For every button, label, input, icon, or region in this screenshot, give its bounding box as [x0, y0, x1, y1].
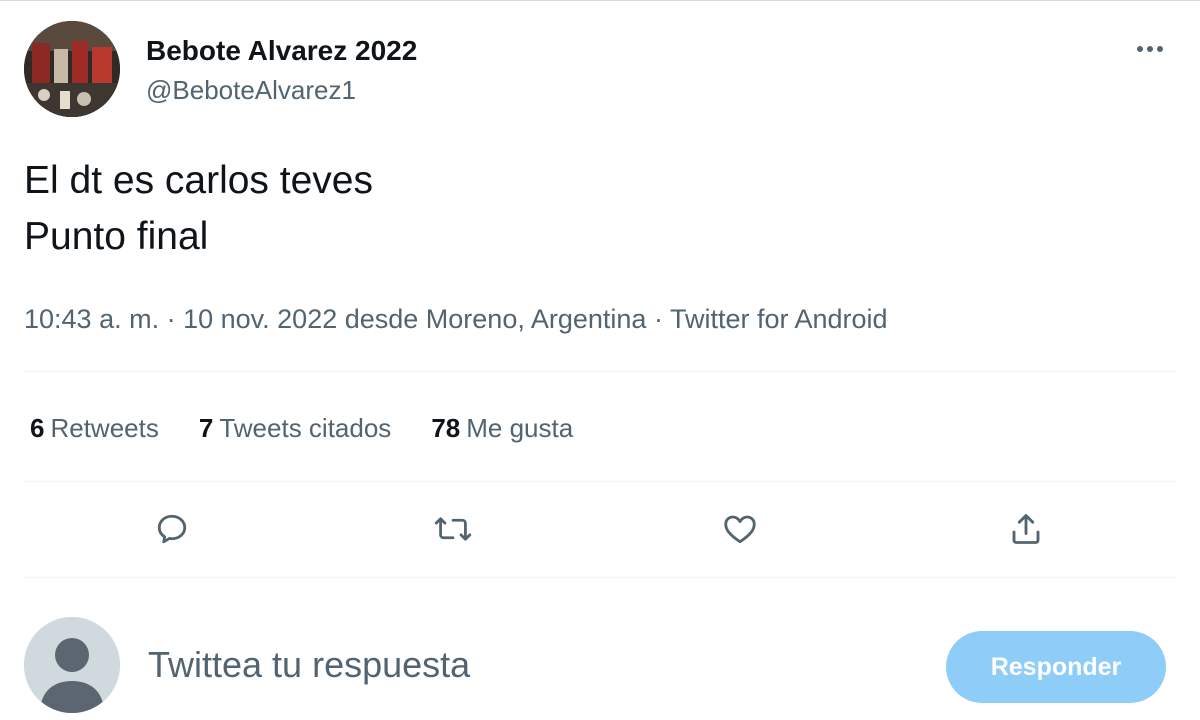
tweet-metadata: 10:43 a. m. · 10 nov. 2022 desde Moreno,… [24, 301, 888, 337]
more-options-button[interactable] [1132, 31, 1168, 67]
quotes-label: Tweets citados [219, 413, 392, 443]
tweet-date-location[interactable]: 10 nov. 2022 desde Moreno, Argentina [183, 304, 646, 334]
share-icon [1012, 514, 1040, 544]
author-display-name[interactable]: Bebote Alvarez 2022 [146, 34, 417, 68]
tweet-source[interactable]: Twitter for Android [670, 304, 888, 334]
tweet-header: Bebote Alvarez 2022 @BeboteAlvarez1 [24, 21, 1176, 121]
tweet-detail-page: Bebote Alvarez 2022 @BeboteAlvarez1 El d… [0, 0, 1200, 720]
quotes-stat[interactable]: 7 Tweets citados [199, 409, 391, 447]
meta-separator: · [159, 304, 184, 334]
more-horizontal-icon [1137, 46, 1163, 52]
share-button[interactable] [998, 501, 1054, 557]
like-icon [724, 515, 756, 544]
like-button[interactable] [712, 501, 768, 557]
tweet-time[interactable]: 10:43 a. m. [24, 304, 159, 334]
meta-separator: · [646, 304, 670, 334]
retweet-icon [434, 517, 472, 541]
default-avatar-icon [24, 617, 120, 713]
tweet-line: El dt es carlos teves [24, 159, 373, 202]
retweets-label: Retweets [50, 413, 159, 443]
divider [24, 371, 1176, 372]
quotes-count: 7 [198, 413, 214, 443]
retweet-button[interactable] [425, 501, 481, 557]
likes-stat[interactable]: 78 Me gusta [431, 409, 573, 447]
tweet-body: El dt es carlos teves Punto final [24, 153, 373, 265]
divider [24, 481, 1176, 482]
reply-submit-button[interactable]: Responder [946, 631, 1166, 703]
retweets-count: 6 [30, 413, 45, 443]
retweets-stat[interactable]: 6 Retweets [30, 409, 159, 447]
tweet-line: Punto final [24, 215, 209, 258]
reply-composer: Responder [0, 611, 1200, 720]
author-info[interactable]: Bebote Alvarez 2022 @BeboteAlvarez1 [146, 34, 417, 106]
reply-input[interactable] [148, 641, 908, 689]
profile-photo-icon [24, 21, 120, 117]
reply-button[interactable] [144, 501, 200, 557]
author-handle[interactable]: @BeboteAlvarez1 [146, 74, 417, 106]
tweet-stats: 6 Retweets 7 Tweets citados 78 Me gusta [30, 409, 573, 447]
likes-count: 78 [431, 413, 461, 443]
divider [24, 577, 1176, 578]
current-user-avatar[interactable] [24, 617, 120, 713]
author-avatar[interactable] [24, 21, 120, 117]
tweet-actions [0, 501, 1200, 557]
likes-label: Me gusta [466, 413, 574, 443]
reply-icon [157, 514, 187, 544]
